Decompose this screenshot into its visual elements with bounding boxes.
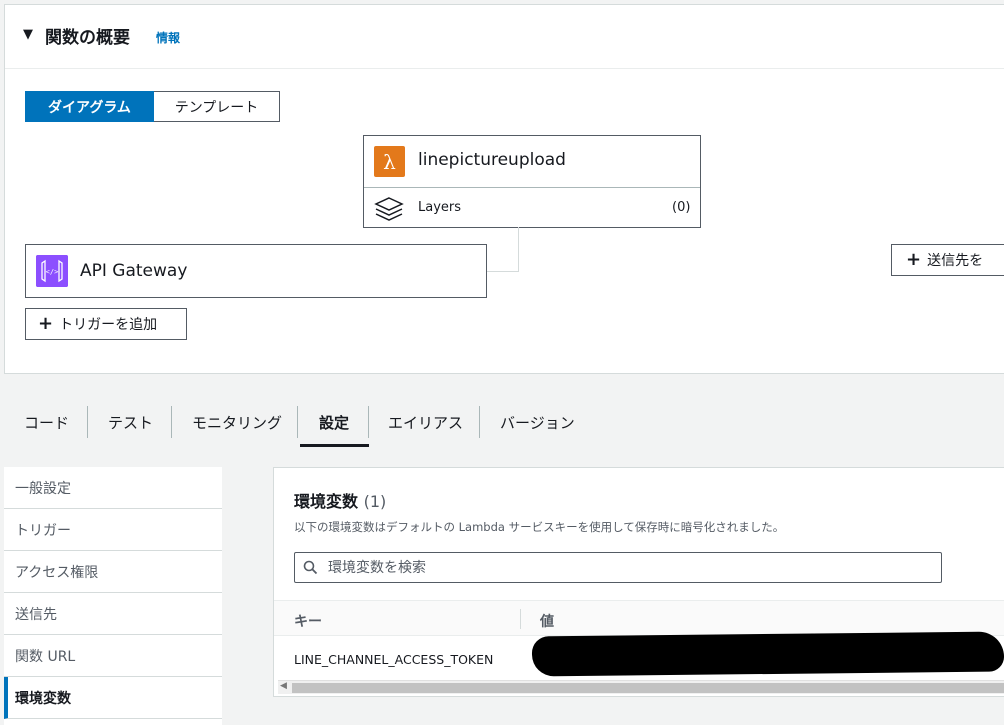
svg-text:</>: </>: [46, 268, 59, 276]
function-node-header: λ linepictureupload: [364, 136, 700, 188]
tab-configuration[interactable]: 設定: [319, 400, 349, 444]
function-overview-panel: ▼ 関数の概要 情報 ダイアグラム テンプレート λ linepictureup…: [4, 4, 1004, 374]
add-destination-button[interactable]: + 送信先を: [891, 244, 1004, 276]
caret-down-icon[interactable]: ▼: [23, 27, 33, 42]
nav-permissions[interactable]: アクセス権限: [4, 551, 222, 593]
function-tabs: コード テスト モニタリング 設定 エイリアス バージョン: [4, 400, 1004, 450]
nav-destinations[interactable]: 送信先: [4, 593, 222, 635]
env-title: 環境変数 (1): [294, 488, 386, 512]
env-count: (1): [363, 492, 387, 511]
active-tab-indicator: [300, 444, 369, 447]
column-header-value[interactable]: 値: [540, 611, 554, 631]
trigger-node[interactable]: </> API Gateway: [25, 244, 487, 298]
layers-count: (0): [672, 200, 691, 215]
lambda-icon: λ: [374, 146, 405, 177]
plus-icon: +: [38, 313, 54, 334]
overview-title[interactable]: 関数の概要: [45, 23, 130, 48]
add-trigger-button[interactable]: + トリガーを追加: [25, 308, 187, 340]
add-trigger-label: トリガーを追加: [59, 317, 158, 333]
env-title-text: 環境変数: [294, 492, 359, 511]
layers-icon: [374, 197, 404, 221]
scroll-left-arrow-icon[interactable]: ◀: [280, 681, 287, 691]
nav-environment-variables[interactable]: 環境変数: [4, 677, 222, 719]
function-name: linepictureupload: [418, 150, 566, 170]
tab-divider: [479, 406, 480, 438]
tab-versions[interactable]: バージョン: [500, 400, 575, 444]
trigger-name: API Gateway: [80, 261, 188, 281]
tab-divider: [87, 406, 88, 438]
add-destination-label: 送信先を: [927, 253, 984, 269]
tab-code[interactable]: コード: [24, 400, 69, 444]
scrollbar-thumb[interactable]: [292, 683, 1004, 693]
api-gateway-icon: </>: [36, 255, 68, 287]
nav-function-url[interactable]: 関数 URL: [4, 635, 222, 677]
nav-general-config[interactable]: 一般設定: [4, 467, 222, 509]
tab-divider: [297, 406, 298, 438]
tab-divider: [171, 406, 172, 438]
search-icon: [303, 560, 318, 575]
view-toggle: ダイアグラム テンプレート: [25, 91, 280, 122]
info-link[interactable]: 情報: [156, 29, 180, 46]
diagram-view-button[interactable]: ダイアグラム: [25, 91, 154, 122]
redacted-value: [531, 631, 1004, 677]
tab-aliases[interactable]: エイリアス: [388, 400, 463, 444]
function-node[interactable]: λ linepictureupload Layers (0): [363, 135, 701, 228]
environment-variables-panel: 環境変数 (1) 以下の環境変数はデフォルトの Lambda サービスキーを使用…: [273, 467, 1004, 697]
tab-monitoring[interactable]: モニタリング: [192, 400, 282, 444]
layers-label[interactable]: Layers: [418, 200, 461, 215]
horizontal-scrollbar[interactable]: ◀: [278, 680, 1004, 694]
trigger-connector-line: [487, 227, 519, 272]
env-table-header: キー 値: [274, 600, 1004, 636]
nav-triggers[interactable]: トリガー: [4, 509, 222, 551]
overview-header: ▼ 関数の概要 情報: [5, 5, 1004, 69]
column-divider: [520, 609, 521, 629]
tab-test[interactable]: テスト: [108, 400, 153, 444]
configuration-nav: 一般設定 トリガー アクセス権限 送信先 関数 URL 環境変数: [4, 467, 222, 725]
template-view-button[interactable]: テンプレート: [154, 91, 280, 122]
env-row-key: LINE_CHANNEL_ACCESS_TOKEN: [294, 652, 494, 667]
env-search-box[interactable]: [294, 552, 942, 583]
env-description: 以下の環境変数はデフォルトの Lambda サービスキーを使用して保存時に暗号化…: [294, 520, 785, 534]
column-header-key[interactable]: キー: [294, 611, 322, 631]
env-search-input[interactable]: [326, 558, 890, 577]
plus-icon: +: [906, 249, 922, 270]
tab-divider: [368, 406, 369, 438]
